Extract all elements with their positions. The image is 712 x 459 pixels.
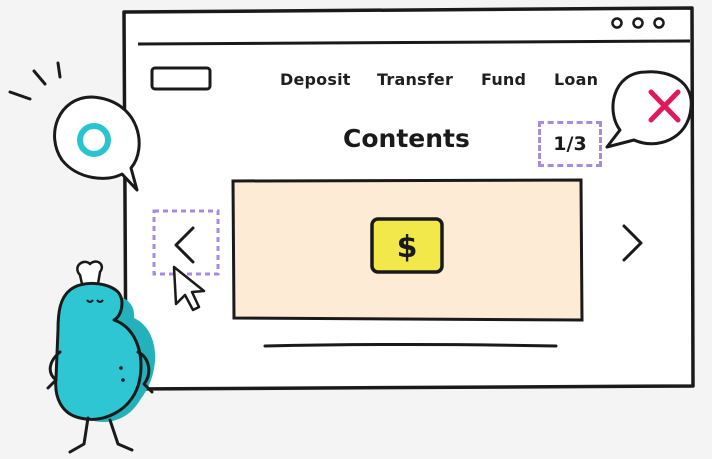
svg-text:$: $ [397, 230, 418, 265]
speech-bubble-left [53, 95, 141, 192]
page-indicator: 1/3 [538, 121, 602, 167]
banner-underline [263, 343, 558, 348]
dollar-icon: $ [370, 217, 444, 274]
nav-link-transfer[interactable]: Transfer [377, 70, 453, 89]
nav-link-loan[interactable]: Loan [554, 70, 598, 89]
emphasis-lines [8, 61, 62, 101]
illustration: $ [8, 6, 695, 454]
nav-link-deposit[interactable]: Deposit [280, 70, 351, 89]
nav-link-fund[interactable]: Fund [481, 70, 526, 89]
speech-bubble-right [605, 70, 693, 149]
page-title: Contents [343, 124, 470, 153]
